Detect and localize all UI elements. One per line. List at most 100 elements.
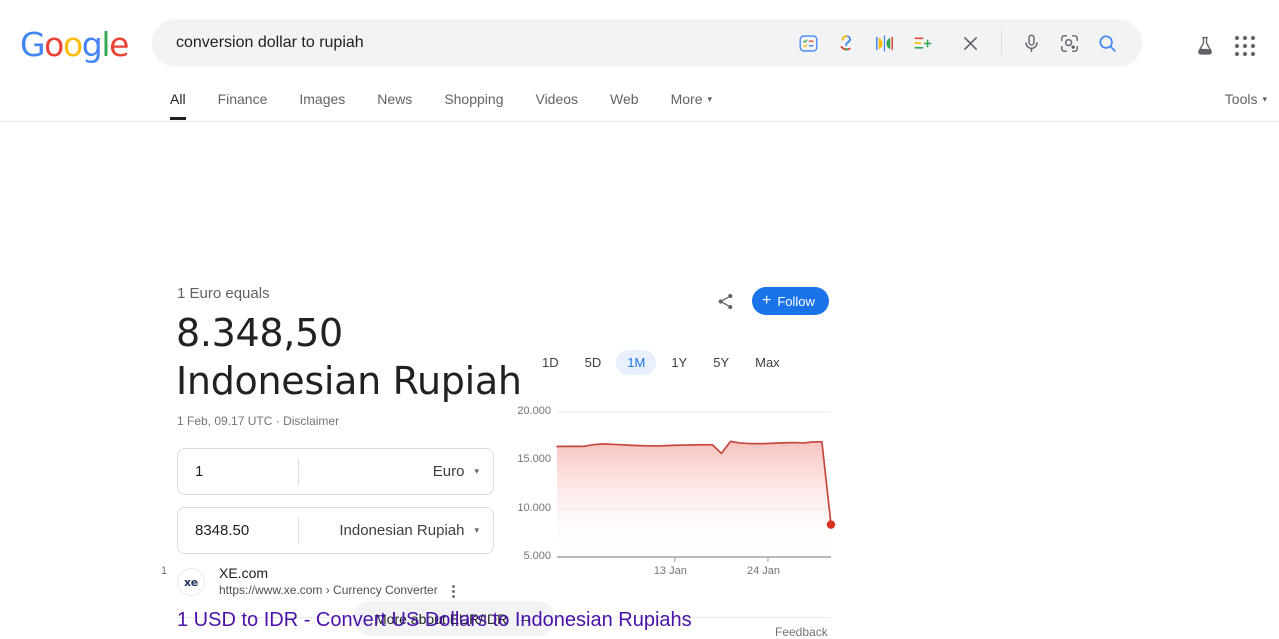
clear-icon[interactable] xyxy=(955,28,985,58)
equals-label: 1 Euro equals xyxy=(177,285,270,302)
tab-finance-label: Finance xyxy=(217,91,268,107)
chevron-down-icon: ▾ xyxy=(474,525,479,535)
exchange-rate-chart: 1D 5D 1M 1Y 5Y Max 20.000 15.000 10.000 5.000 13 … xyxy=(505,350,845,585)
tab-shopping[interactable]: Shopping xyxy=(444,78,503,120)
chart-area-fill xyxy=(557,441,831,557)
tab-web-label: Web xyxy=(610,91,639,107)
chart-range-5d[interactable]: 5D xyxy=(574,350,613,375)
chart-xtick-label: 13 Jan xyxy=(653,565,687,577)
to-currency-label: Indonesian Rupiah xyxy=(339,522,465,539)
xe-com-favicon: xe xyxy=(177,568,205,596)
search-icon[interactable] xyxy=(1092,28,1122,58)
search-nav-bar: All Finance Images News Shopping Videos … xyxy=(0,78,1279,122)
tab-all-label: All xyxy=(170,91,186,107)
chart-range-1d[interactable]: 1D xyxy=(531,350,570,375)
favicon-text: xe xyxy=(184,575,198,589)
tab-images-label: Images xyxy=(299,91,346,107)
logo-letter-g: g xyxy=(81,25,103,64)
search-tabs: All Finance Images News Shopping Videos … xyxy=(170,78,744,120)
more-options-icon[interactable] xyxy=(444,582,462,600)
from-currency-label: Euro xyxy=(432,463,465,480)
chart-ytick-label: 20.000 xyxy=(517,405,551,417)
to-amount-input[interactable] xyxy=(178,508,298,553)
ai-list-add-icon[interactable] xyxy=(907,28,937,58)
search-input[interactable] xyxy=(152,34,789,52)
from-amount-input[interactable] xyxy=(178,449,298,494)
tab-shopping-label: Shopping xyxy=(444,91,504,107)
timestamp-separator: · xyxy=(275,414,280,428)
ai-quiz-icon[interactable] xyxy=(793,28,823,58)
tools-label: Tools xyxy=(1224,91,1258,107)
search-bar[interactable] xyxy=(152,19,1142,67)
header-right-icons xyxy=(1185,26,1265,66)
logo-letter-o2: o xyxy=(62,25,83,64)
tools-button[interactable]: Tools ▾ xyxy=(1225,78,1267,120)
search-labs-flask-icon[interactable] xyxy=(1185,26,1225,66)
apps-grid-dots xyxy=(1235,36,1255,56)
ai-compare-icon[interactable] xyxy=(869,28,899,58)
currency-converter-panel: 1 Euro equals 8.348,50 Indonesian Rupiah… xyxy=(0,122,1279,639)
chart-ytick-label: 15.000 xyxy=(517,453,551,466)
to-currency-select[interactable]: Indonesian Rupiah ▾ xyxy=(299,508,493,553)
chart-ytick-label: 10.000 xyxy=(517,501,551,514)
result-rank: 1 xyxy=(161,565,168,577)
ai-question-icon[interactable] xyxy=(831,28,861,58)
follow-button[interactable]: + Follow xyxy=(752,287,829,315)
timestamp-text: 1 Feb, 09.17 UTC xyxy=(177,414,273,428)
chart-range-selector: 1D 5D 1M 1Y 5Y Max xyxy=(531,350,795,375)
chart-range-label: 1D xyxy=(542,355,559,370)
tab-news[interactable]: News xyxy=(377,78,412,120)
chart-range-5y[interactable]: 5Y xyxy=(702,350,740,375)
tab-more-label: More xyxy=(670,91,703,107)
google-apps-grid-icon[interactable] xyxy=(1225,26,1265,66)
logo-letter-G: G xyxy=(20,25,46,64)
logo-letter-l: l xyxy=(101,25,110,64)
feedback-link[interactable]: Feedback xyxy=(775,625,828,639)
conversion-rate-value: 8.348,50 xyxy=(176,311,343,355)
chevron-down-icon: ▾ xyxy=(474,466,479,476)
result-url: https://www.xe.com › Currency Converter xyxy=(219,583,438,597)
from-currency-row[interactable]: Euro ▾ xyxy=(177,448,494,495)
chart-range-label: 5D xyxy=(584,355,602,370)
page-header: Google conversion dollar to rupiah All F… xyxy=(0,0,1279,122)
google-logo[interactable]: Google xyxy=(20,25,129,64)
chart-range-1y[interactable]: 1Y xyxy=(660,350,698,375)
follow-label: Follow xyxy=(777,293,815,309)
chart-svg xyxy=(556,411,836,562)
chart-range-label: 1M xyxy=(627,355,646,370)
tab-news-label: News xyxy=(377,91,413,107)
tab-images[interactable]: Images xyxy=(299,78,345,120)
disclaimer-link[interactable]: Disclaimer xyxy=(283,414,339,428)
google-lens-icon[interactable] xyxy=(1054,28,1084,58)
chart-endpoint-dot xyxy=(826,520,836,529)
rate-timestamp: 1 Feb, 09.17 UTC · Disclaimer xyxy=(177,414,339,428)
search-icons-divider xyxy=(1001,31,1002,55)
chart-ytick-label: 5.000 xyxy=(523,550,551,562)
logo-letter-o1: o xyxy=(44,25,64,64)
result-title-link[interactable]: 1 USD to IDR - Convert US Dollars to Ind… xyxy=(177,607,692,633)
search-bar-icons xyxy=(789,19,1142,67)
share-icon[interactable] xyxy=(711,287,739,315)
chart-range-max[interactable]: Max xyxy=(744,350,791,375)
result-site-name: XE.com xyxy=(219,565,269,581)
tab-web[interactable]: Web xyxy=(610,78,639,120)
target-currency-name: Indonesian Rupiah xyxy=(176,359,522,403)
chart-range-label: Max xyxy=(755,355,780,370)
tab-all[interactable]: All xyxy=(170,78,186,120)
logo-letter-e: e xyxy=(109,25,129,64)
chart-range-1m[interactable]: 1M xyxy=(616,350,657,375)
to-currency-row[interactable]: Indonesian Rupiah ▾ xyxy=(177,507,494,554)
chart-xtick-label: 24 Jan xyxy=(746,565,780,577)
chevron-down-icon: ▾ xyxy=(1262,93,1267,104)
tab-videos-label: Videos xyxy=(535,91,579,107)
chart-plot-area[interactable]: 20.000 15.000 10.000 5.000 13 Jan 24 Jan xyxy=(505,402,845,585)
chart-range-label: 1Y xyxy=(671,355,688,370)
tab-more[interactable]: More ▾ xyxy=(671,78,712,120)
microphone-icon[interactable] xyxy=(1016,28,1046,58)
from-currency-select[interactable]: Euro ▾ xyxy=(299,449,493,494)
chevron-down-icon: ▾ xyxy=(707,93,713,104)
tab-videos[interactable]: Videos xyxy=(535,78,578,120)
chart-range-label: 5Y xyxy=(713,355,730,370)
plus-icon: + xyxy=(762,292,772,309)
tab-finance[interactable]: Finance xyxy=(218,78,268,120)
